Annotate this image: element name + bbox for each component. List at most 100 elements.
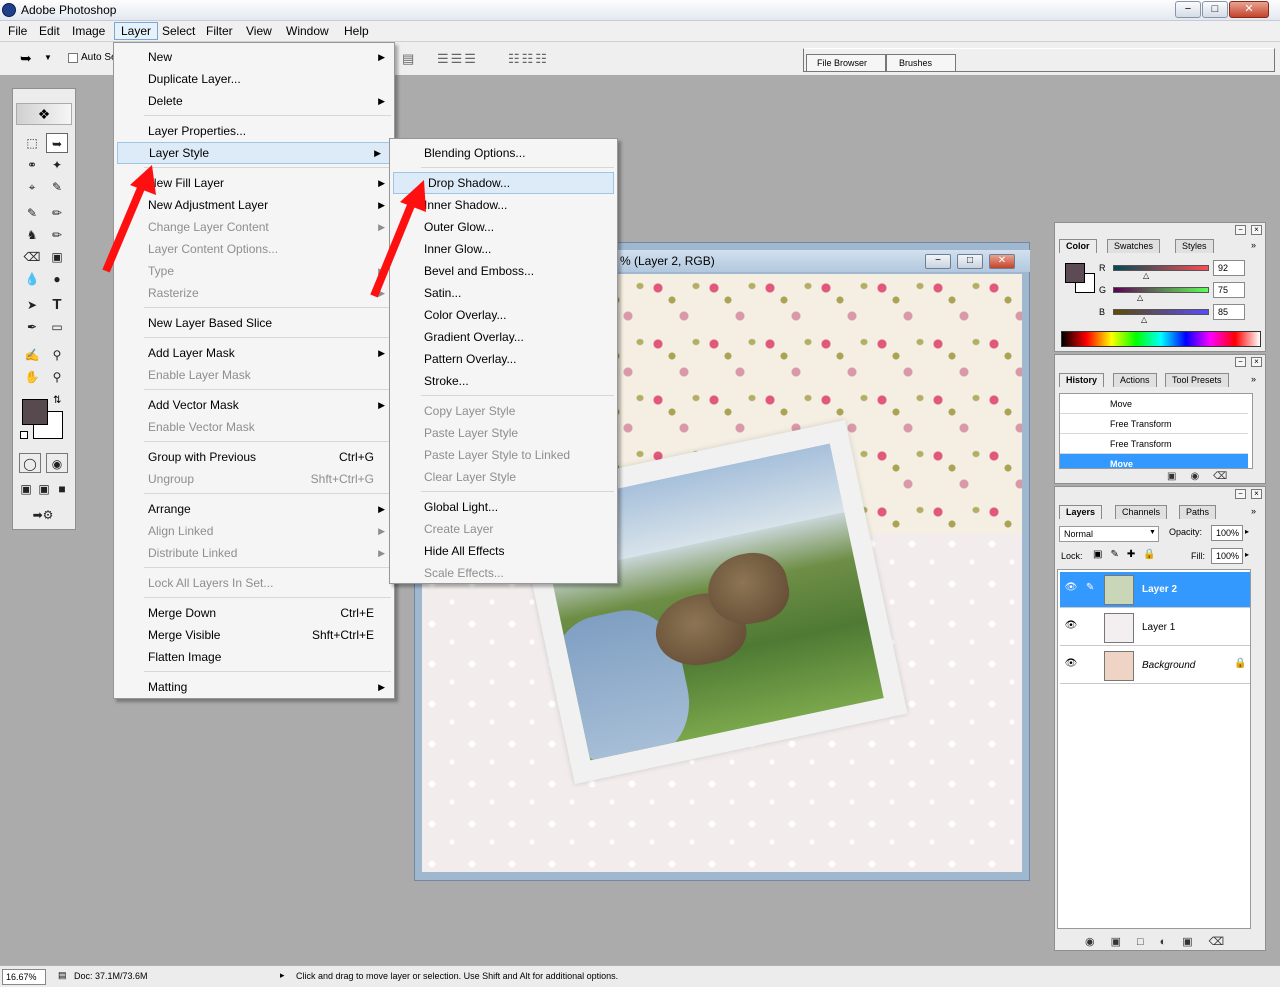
tab-actions[interactable]: Actions (1113, 373, 1157, 387)
style-item-global-light[interactable]: Global Light... (390, 496, 617, 518)
healing-brush-icon[interactable]: ✎ (21, 203, 43, 223)
chevron-down-icon[interactable]: ▼ (1149, 529, 1156, 536)
green-slider[interactable] (1113, 287, 1209, 293)
quick-mask-icon[interactable]: ◉ (46, 453, 68, 473)
menu-item-distribute-linked[interactable]: Distribute Linked ▶ (114, 542, 394, 564)
blue-slider-thumb[interactable]: △ (1141, 315, 1147, 324)
eye-icon[interactable]: 👁 (1063, 658, 1079, 674)
eye-icon[interactable]: 👁 (1063, 620, 1079, 636)
palette-close-button[interactable]: × (1251, 489, 1262, 499)
minimize-button[interactable]: − (1175, 1, 1201, 18)
screen-mode-full-menu-icon[interactable]: ▣ (35, 479, 53, 499)
jump-to-imageready-icon[interactable]: ➡⚙ (23, 505, 63, 525)
red-slider-thumb[interactable]: △ (1143, 271, 1149, 280)
shape-tool-icon[interactable]: ▭ (46, 317, 68, 337)
style-item-scale-effects[interactable]: Scale Effects... (390, 562, 617, 584)
blur-tool-icon[interactable]: 💧 (21, 269, 43, 289)
tab-tool-presets[interactable]: Tool Presets (1165, 373, 1229, 387)
palette-minimize-button[interactable]: − (1235, 489, 1246, 499)
history-item[interactable]: Free Transform (1060, 434, 1248, 454)
lock-icons[interactable]: ▣✎✚🔒 (1093, 549, 1164, 560)
screen-mode-standard-icon[interactable]: ▣ (17, 479, 35, 499)
palette-menu-icon[interactable]: » (1251, 240, 1256, 250)
doc-maximize-button[interactable]: □ (957, 254, 983, 269)
menu-item-matting[interactable]: Matting ▶ (114, 676, 394, 698)
history-action-icons[interactable]: ▣◉⌫ (1167, 471, 1241, 482)
blend-mode-select[interactable]: Normal (1059, 526, 1159, 542)
history-brush-icon[interactable]: ✏ (46, 225, 68, 245)
notes-tool-icon[interactable]: ✍ (21, 345, 43, 365)
style-item-stroke[interactable]: Stroke... (390, 370, 617, 392)
foreground-color-swatch[interactable] (22, 399, 48, 425)
menu-item-add-layer-mask[interactable]: Add Layer Mask ▶ (114, 342, 394, 364)
tool-preset-dropdown-icon[interactable]: ▼ (44, 53, 52, 62)
auto-select-checkbox[interactable] (68, 53, 78, 63)
doc-close-button[interactable]: ✕ (989, 254, 1015, 269)
tab-channels[interactable]: Channels (1115, 505, 1168, 519)
lasso-tool-icon[interactable]: ⚭ (21, 155, 43, 175)
menu-item-group-with-previous[interactable]: Group with Previous Ctrl+G (114, 446, 394, 468)
color-fg-swatch[interactable] (1065, 263, 1085, 283)
doc-minimize-button[interactable]: − (925, 254, 951, 269)
layer-row[interactable]: 👁 Background 🔒 (1060, 648, 1250, 684)
style-item-clear-layer-style[interactable]: Clear Layer Style (390, 466, 617, 488)
layer-row[interactable]: 👁 Layer 1 (1060, 610, 1250, 646)
layer-action-icons[interactable]: ◉▣□◐▣⌫ (1085, 935, 1240, 948)
distribute-vertical-icons[interactable]: ☰☰☰ (437, 51, 478, 67)
menu-item-layer-style[interactable]: Layer Style ▶ (117, 142, 391, 164)
palette-minimize-button[interactable]: − (1235, 225, 1246, 235)
tab-color[interactable]: Color (1059, 239, 1097, 253)
fill-input[interactable]: 100% (1211, 548, 1243, 564)
menu-view[interactable]: View (240, 22, 278, 40)
screen-mode-full-icon[interactable]: ■ (53, 479, 71, 499)
menu-item-layer-properties[interactable]: Layer Properties... (114, 120, 394, 142)
brush-tool-icon[interactable]: ✏ (46, 203, 68, 223)
menu-item-add-vector-mask[interactable]: Add Vector Mask ▶ (114, 394, 394, 416)
style-item-create-layer[interactable]: Create Layer (390, 518, 617, 540)
menu-item-new[interactable]: New ▶ (114, 46, 394, 68)
adobe-online-icon[interactable]: ❖ (16, 103, 72, 125)
tab-layers[interactable]: Layers (1059, 505, 1103, 519)
menu-item-delete[interactable]: Delete ▶ (114, 90, 394, 112)
menu-item-flatten-image[interactable]: Flatten Image (114, 646, 394, 668)
eye-icon[interactable]: 👁 (1063, 582, 1079, 598)
eraser-tool-icon[interactable]: ⌫ (21, 247, 43, 267)
menu-item-ungroup[interactable]: Ungroup Shft+Ctrl+G (114, 468, 394, 490)
history-item-selected[interactable]: Move (1060, 454, 1248, 468)
style-item-hide-all-effects[interactable]: Hide All Effects (390, 540, 617, 562)
menu-window[interactable]: Window (280, 22, 335, 40)
menu-edit[interactable]: Edit (33, 22, 66, 40)
distribute-horizontal-icons[interactable]: ☷☷☷ (508, 51, 549, 67)
path-selection-icon[interactable]: ➤ (21, 295, 43, 315)
menu-item-enable-layer-mask[interactable]: Enable Layer Mask (114, 364, 394, 386)
move-tool-icon[interactable]: ➥ (20, 50, 32, 67)
align-icon[interactable]: ▤ (402, 51, 414, 67)
move-tool-icon[interactable]: ➥ (46, 133, 68, 153)
style-item-copy-layer-style[interactable]: Copy Layer Style (390, 400, 617, 422)
menu-filter[interactable]: Filter (200, 22, 239, 40)
palette-close-button[interactable]: × (1251, 357, 1262, 367)
style-item-gradient-overlay[interactable]: Gradient Overlay... (390, 326, 617, 348)
clone-stamp-icon[interactable]: ♞ (21, 225, 43, 245)
red-slider[interactable] (1113, 265, 1209, 271)
red-value[interactable]: 92 (1213, 260, 1245, 276)
palette-menu-icon[interactable]: » (1251, 374, 1256, 384)
menu-item-rasterize[interactable]: Rasterize ▶ (114, 282, 394, 304)
tab-brushes[interactable]: Brushes (886, 54, 956, 71)
menu-item-new-layer-based-slice[interactable]: New Layer Based Slice (114, 312, 394, 334)
dodge-tool-icon[interactable]: ● (46, 269, 68, 289)
opacity-stepper-icon[interactable]: ▸ (1245, 527, 1249, 536)
zoom-level[interactable]: 16.67% (2, 969, 46, 985)
tab-styles[interactable]: Styles (1175, 239, 1214, 253)
close-button[interactable]: ✕ (1229, 1, 1269, 18)
style-item-color-overlay[interactable]: Color Overlay... (390, 304, 617, 326)
maximize-button[interactable]: □ (1202, 1, 1228, 18)
palette-minimize-button[interactable]: − (1235, 357, 1246, 367)
status-menu-icon[interactable]: ▸ (280, 970, 285, 981)
type-tool-icon[interactable]: T (46, 295, 68, 315)
color-spectrum-bar[interactable] (1061, 331, 1261, 347)
slice-tool-icon[interactable]: ✎ (46, 177, 68, 197)
menu-item-enable-vector-mask[interactable]: Enable Vector Mask (114, 416, 394, 438)
menu-help[interactable]: Help (338, 22, 375, 40)
menu-item-duplicate-layer[interactable]: Duplicate Layer... (114, 68, 394, 90)
